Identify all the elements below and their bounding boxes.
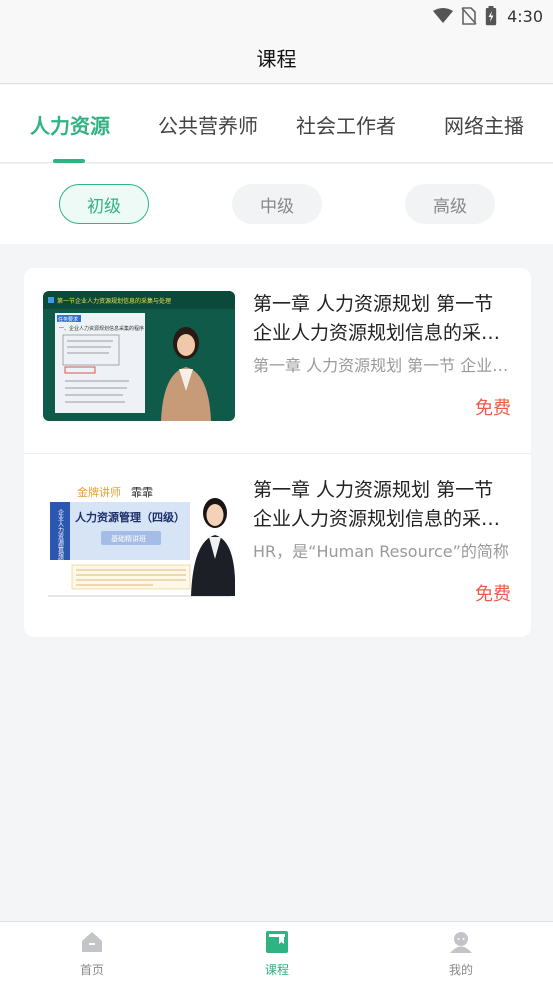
course-thumbnail: 金牌讲师 霏霏 企业人力资源管理师 人力资源管理（四级） 基础精讲班: [43, 477, 235, 607]
course-title: 第一章 人力资源规划 第一节 企业人力资源规划信息的采集与处理: [253, 479, 501, 530]
book-icon: [265, 930, 289, 958]
wifi-icon: [433, 8, 454, 24]
header: 课程: [0, 32, 553, 84]
course-price: 免费: [475, 584, 511, 605]
tab-indicator: [53, 159, 85, 163]
course-thumbnail: 第一节企业人力资源规划信息的采集与处理 任务要求 一、企业人力资源规划信息采集的…: [43, 291, 235, 421]
home-icon: [80, 930, 104, 958]
tab-label: 人力资源: [30, 113, 110, 138]
tab-live-streamer[interactable]: 网络主播: [438, 85, 530, 163]
tab-label: 社会工作者: [296, 113, 396, 138]
course-price: 免费: [475, 398, 511, 419]
course-item[interactable]: 金牌讲师 霏霏 企业人力资源管理师 人力资源管理（四级） 基础精讲班 第一章 人…: [24, 453, 531, 638]
thumb-tag: 任务要求: [58, 316, 78, 323]
no-sim-icon: [461, 7, 477, 25]
tab-public-nutritionist[interactable]: 公共营养师: [152, 85, 264, 163]
course-title: 第一章 人力资源规划 第一节 企业人力资源规划信息的采集与处理: [253, 293, 501, 344]
status-bar: 4:30: [0, 0, 553, 32]
nav-label: 课程: [264, 963, 289, 977]
level-filter: 初级 中级 高级: [0, 164, 553, 244]
thumb-teacher-name: 霏霏: [131, 486, 153, 499]
course-description: HR，是“Human Resource”的简称: [253, 542, 509, 561]
nav-label: 首页: [79, 963, 104, 977]
level-beginner-button[interactable]: 初级: [59, 184, 149, 224]
nav-label: 我的: [448, 963, 473, 977]
page-title: 课程: [256, 47, 297, 71]
tab-social-worker[interactable]: 社会工作者: [290, 85, 402, 163]
thumb-teacher-label: 金牌讲师: [77, 485, 121, 499]
level-advanced-button[interactable]: 高级: [405, 184, 495, 224]
course-description: 第一章 人力资源规划 第一节 企业人力资源规划信息的采集与处理: [253, 356, 515, 375]
status-time: 4:30: [507, 6, 543, 26]
tab-label: 公共营养师: [158, 113, 258, 138]
thumb-heading: 第一节企业人力资源规划信息的采集与处理: [57, 297, 171, 305]
tab-label: 网络主播: [444, 113, 524, 138]
level-intermediate-button[interactable]: 中级: [232, 184, 322, 224]
thumb-course-name: 人力资源管理（四级）: [75, 510, 185, 524]
thumb-subheading: 一、企业人力资源规划信息采集的程序: [59, 325, 144, 332]
thumb-vertical-label: 企业人力资源管理师: [57, 508, 64, 564]
bottom-nav: 首页 课程 我的: [0, 921, 553, 983]
course-item[interactable]: 第一节企业人力资源规划信息的采集与处理 任务要求 一、企业人力资源规划信息采集的…: [24, 268, 531, 453]
category-tabs: 人力资源 公共营养师 社会工作者 网络主播: [0, 85, 553, 163]
tab-human-resources[interactable]: 人力资源: [24, 85, 116, 163]
nav-profile[interactable]: 我的: [401, 922, 521, 983]
profile-icon: [449, 930, 473, 958]
course-list: 第一节企业人力资源规划信息的采集与处理 任务要求 一、企业人力资源规划信息采集的…: [24, 268, 531, 637]
battery-charging-icon: [485, 6, 497, 26]
nav-courses[interactable]: 课程: [217, 922, 337, 983]
thumb-badge: 基础精讲班: [111, 534, 146, 543]
nav-home[interactable]: 首页: [32, 922, 152, 983]
